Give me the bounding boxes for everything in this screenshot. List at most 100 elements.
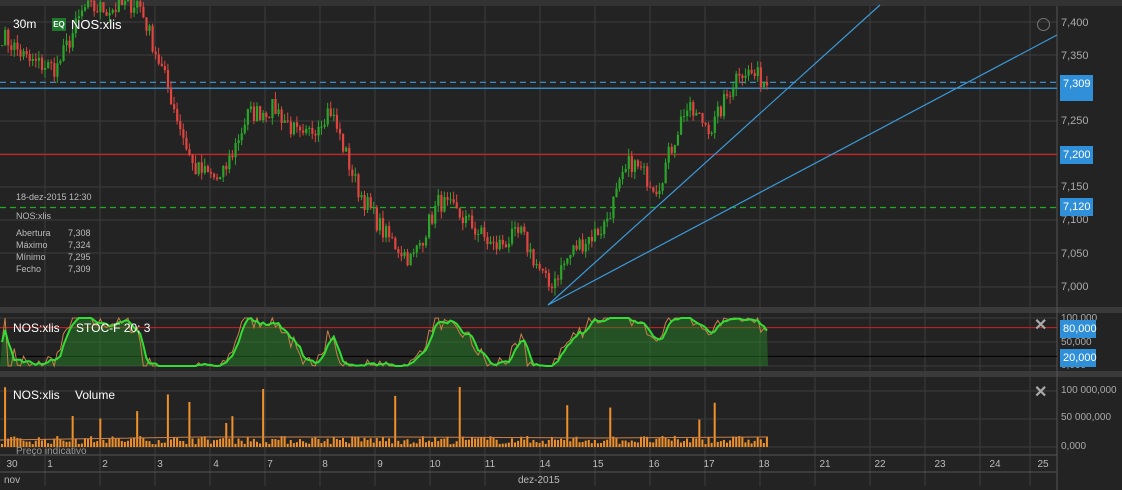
volume-bar — [682, 441, 685, 447]
volume-bar — [692, 437, 695, 447]
candle — [265, 112, 268, 118]
candle — [123, 0, 127, 6]
candle — [707, 124, 710, 135]
volume-bar — [464, 439, 467, 447]
volume-bar — [529, 442, 532, 447]
info-high: Máximo 7,324 — [16, 240, 91, 250]
support-tag[interactable]: 7,120 — [1060, 198, 1093, 216]
candle — [212, 173, 216, 178]
volume-bar — [246, 436, 249, 447]
candle — [692, 102, 695, 116]
candle — [87, 0, 90, 8]
volume-bar — [388, 438, 391, 447]
candle — [83, 7, 87, 11]
volume-bar — [123, 441, 126, 447]
candle — [409, 253, 412, 266]
volume-bar — [483, 436, 486, 447]
candle — [381, 218, 385, 238]
volume-bar — [480, 437, 483, 447]
interval-label[interactable]: 30m — [13, 17, 36, 31]
candle — [108, 12, 111, 16]
candle — [262, 112, 265, 121]
volume-bar — [154, 444, 157, 447]
candle — [385, 226, 388, 238]
volume-bar — [148, 441, 151, 447]
day-label: 11 — [484, 459, 496, 470]
candle — [578, 239, 581, 250]
volume-bar — [467, 439, 470, 447]
volume-bar — [510, 438, 513, 447]
candle — [240, 133, 243, 141]
candle — [68, 40, 71, 48]
resistance-tag[interactable]: 7,200 — [1060, 146, 1093, 164]
candle — [59, 60, 62, 64]
candle — [289, 121, 292, 135]
volume-bar — [332, 436, 335, 447]
stoch-20-tag[interactable]: 20,000 — [1060, 349, 1097, 367]
candle — [126, 0, 130, 1]
candle — [563, 263, 566, 266]
info-datetime: 18-dez-2015 12:30 — [16, 192, 92, 202]
candle — [13, 42, 16, 50]
candle — [658, 190, 661, 195]
candle — [649, 186, 652, 188]
candle — [298, 126, 302, 131]
volume-bar — [563, 440, 566, 447]
candle — [332, 114, 335, 117]
volume-bar — [406, 439, 409, 447]
stoch-80-tag[interactable]: 80,000 — [1060, 320, 1097, 338]
volume-bar — [182, 441, 185, 447]
volume-bar — [277, 439, 280, 447]
label: Mínimo — [16, 252, 46, 262]
candle — [523, 226, 526, 232]
candle — [590, 236, 594, 242]
candle — [1, 45, 4, 47]
candle — [369, 197, 372, 208]
volume-bar — [354, 437, 357, 447]
candle — [544, 270, 547, 274]
close-volume-icon[interactable]: ✕ — [1034, 382, 1047, 402]
volume-bar — [452, 443, 455, 447]
candle — [4, 29, 7, 46]
candle — [738, 73, 741, 76]
volume-bar — [538, 442, 541, 447]
candle — [443, 197, 446, 212]
candle — [471, 215, 474, 229]
month-label-nov: nov — [4, 475, 21, 486]
volume-bar — [627, 442, 630, 447]
volume-bar — [418, 438, 421, 447]
volume-bar — [90, 436, 93, 447]
candle — [271, 98, 274, 118]
close-stoch-icon[interactable]: ✕ — [1034, 315, 1047, 335]
volume-bar — [381, 437, 384, 447]
candle — [575, 245, 578, 250]
day-label: 16 — [648, 459, 660, 470]
candle — [477, 234, 480, 236]
last-price-tag[interactable]: 7,309 — [1060, 75, 1093, 101]
volume-bar — [504, 443, 507, 447]
chart-canvas[interactable] — [0, 0, 1122, 490]
candle — [50, 62, 53, 64]
volume-bar — [403, 440, 406, 447]
stoch-name: STOC-F 20; 3 — [76, 321, 151, 335]
volume-bar — [397, 440, 400, 447]
candle — [234, 143, 237, 158]
month-label-dez: dez-2015 — [518, 475, 560, 486]
candle — [440, 194, 443, 212]
stoch-symbol: NOS:xlis — [13, 321, 60, 335]
volume-bar — [652, 442, 655, 447]
clock-icon[interactable] — [1037, 18, 1050, 31]
candle — [464, 215, 468, 224]
volume-bar — [237, 438, 240, 447]
volume-bar — [449, 444, 452, 447]
day-label: 23 — [934, 459, 946, 470]
candle — [96, 11, 99, 13]
candle — [22, 51, 25, 57]
volume-bar — [553, 439, 556, 447]
volume-bar — [274, 439, 277, 447]
candle — [716, 106, 719, 117]
volume-bar — [231, 416, 234, 447]
volume-bar — [341, 437, 344, 447]
day-label: 14 — [539, 459, 551, 470]
volume-bar — [308, 443, 311, 447]
